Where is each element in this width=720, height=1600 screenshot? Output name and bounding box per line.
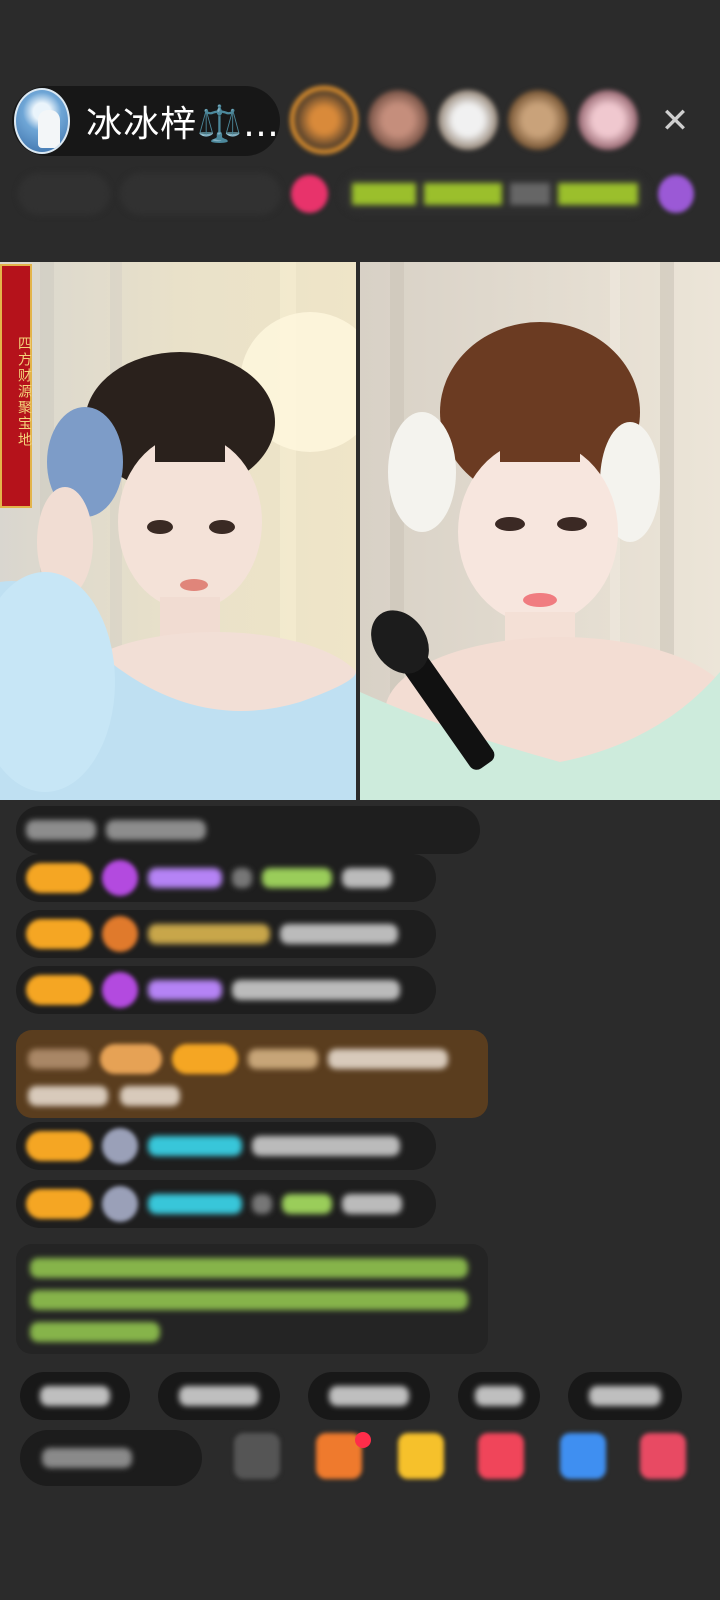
chat-message[interactable] bbox=[16, 966, 436, 1014]
quick-chip[interactable] bbox=[158, 1372, 280, 1420]
chip-text bbox=[40, 1386, 110, 1406]
fan-badge bbox=[26, 1189, 92, 1219]
chat-message[interactable] bbox=[16, 1180, 436, 1228]
quick-reply-chips bbox=[20, 1372, 682, 1420]
chat-text bbox=[342, 868, 392, 888]
user-avatar[interactable] bbox=[102, 972, 138, 1008]
gift-icon[interactable] bbox=[398, 1433, 444, 1479]
chat-text bbox=[26, 820, 96, 840]
chat-text bbox=[342, 1194, 402, 1214]
viewer-avatar[interactable] bbox=[438, 90, 498, 150]
viewer-avatar[interactable] bbox=[578, 90, 638, 150]
ranking-chip[interactable] bbox=[120, 173, 282, 215]
gift-target bbox=[262, 868, 332, 888]
viewer-avatar[interactable] bbox=[290, 86, 358, 154]
notice-text bbox=[30, 1258, 468, 1278]
notice-text bbox=[30, 1290, 468, 1310]
host-level-chip[interactable] bbox=[18, 173, 111, 215]
username[interactable] bbox=[148, 980, 222, 1000]
share-icon[interactable] bbox=[560, 1433, 606, 1479]
close-icon[interactable]: ✕ bbox=[654, 100, 696, 142]
more-events-icon[interactable] bbox=[657, 175, 694, 213]
notice-text bbox=[30, 1322, 160, 1342]
fan-badge bbox=[26, 1131, 92, 1161]
promo-label bbox=[28, 1049, 90, 1069]
chat-text bbox=[106, 820, 206, 840]
chat-text bbox=[232, 868, 252, 888]
right-stream-video[interactable] bbox=[360, 262, 720, 800]
event-tags-chip[interactable] bbox=[339, 173, 650, 215]
status-strip bbox=[18, 168, 694, 220]
username[interactable] bbox=[148, 924, 270, 944]
viewer-avatar[interactable] bbox=[508, 90, 568, 150]
gift-target bbox=[282, 1194, 332, 1214]
level-badge bbox=[100, 1044, 162, 1074]
fan-badge bbox=[26, 863, 92, 893]
user-avatar[interactable] bbox=[102, 1128, 138, 1164]
user-avatar[interactable] bbox=[102, 916, 138, 952]
user-avatar[interactable] bbox=[102, 1186, 138, 1222]
quick-chip[interactable] bbox=[458, 1372, 540, 1420]
username[interactable] bbox=[148, 1194, 242, 1214]
chip-text bbox=[329, 1386, 409, 1406]
quick-chip[interactable] bbox=[308, 1372, 430, 1420]
chip-text bbox=[475, 1386, 523, 1406]
chat-text bbox=[252, 1136, 400, 1156]
quick-chip[interactable] bbox=[20, 1372, 130, 1420]
comment-input[interactable] bbox=[20, 1430, 202, 1486]
username[interactable] bbox=[148, 868, 222, 888]
top-viewers-list bbox=[290, 86, 638, 154]
chat-message[interactable] bbox=[16, 854, 436, 902]
chat-text bbox=[28, 1086, 108, 1106]
chat-text bbox=[280, 924, 398, 944]
host-info-pill[interactable]: 冰冰梓⚖️… bbox=[12, 86, 280, 156]
promo-message[interactable] bbox=[16, 1030, 488, 1118]
notification-dot bbox=[355, 1432, 371, 1448]
banner-text: 四方财源聚宝地 bbox=[16, 336, 32, 448]
host-name[interactable]: 冰冰梓⚖️… bbox=[86, 95, 280, 147]
system-notice bbox=[16, 1244, 488, 1354]
left-stream-scene bbox=[0, 262, 356, 800]
right-stream-scene bbox=[360, 262, 720, 800]
lucky-banner: 四方财源聚宝地 bbox=[0, 264, 32, 508]
host-avatar[interactable] bbox=[14, 88, 71, 154]
chat-text bbox=[232, 980, 400, 1000]
chat-message[interactable] bbox=[16, 910, 436, 958]
user-avatar[interactable] bbox=[102, 860, 138, 896]
viewer-avatar[interactable] bbox=[368, 90, 428, 150]
left-stream-video[interactable]: 四方财源聚宝地 bbox=[0, 262, 356, 800]
comment-placeholder bbox=[42, 1448, 132, 1468]
username bbox=[248, 1049, 318, 1069]
chip-text bbox=[179, 1386, 259, 1406]
username[interactable] bbox=[148, 1136, 242, 1156]
chip-text bbox=[589, 1386, 661, 1406]
chat-message[interactable] bbox=[16, 1122, 436, 1170]
heart-icon[interactable] bbox=[478, 1433, 524, 1479]
chat-text bbox=[120, 1086, 180, 1106]
fan-badge bbox=[26, 975, 92, 1005]
more-icon[interactable] bbox=[640, 1433, 686, 1479]
chat-text bbox=[328, 1049, 448, 1069]
chat-message[interactable] bbox=[16, 806, 480, 854]
fan-badge bbox=[172, 1044, 238, 1074]
pk-icon[interactable] bbox=[291, 175, 328, 213]
quick-chip[interactable] bbox=[568, 1372, 682, 1420]
fan-badge bbox=[26, 919, 92, 949]
emoji-icon[interactable] bbox=[234, 1433, 280, 1479]
chat-text bbox=[252, 1194, 272, 1214]
